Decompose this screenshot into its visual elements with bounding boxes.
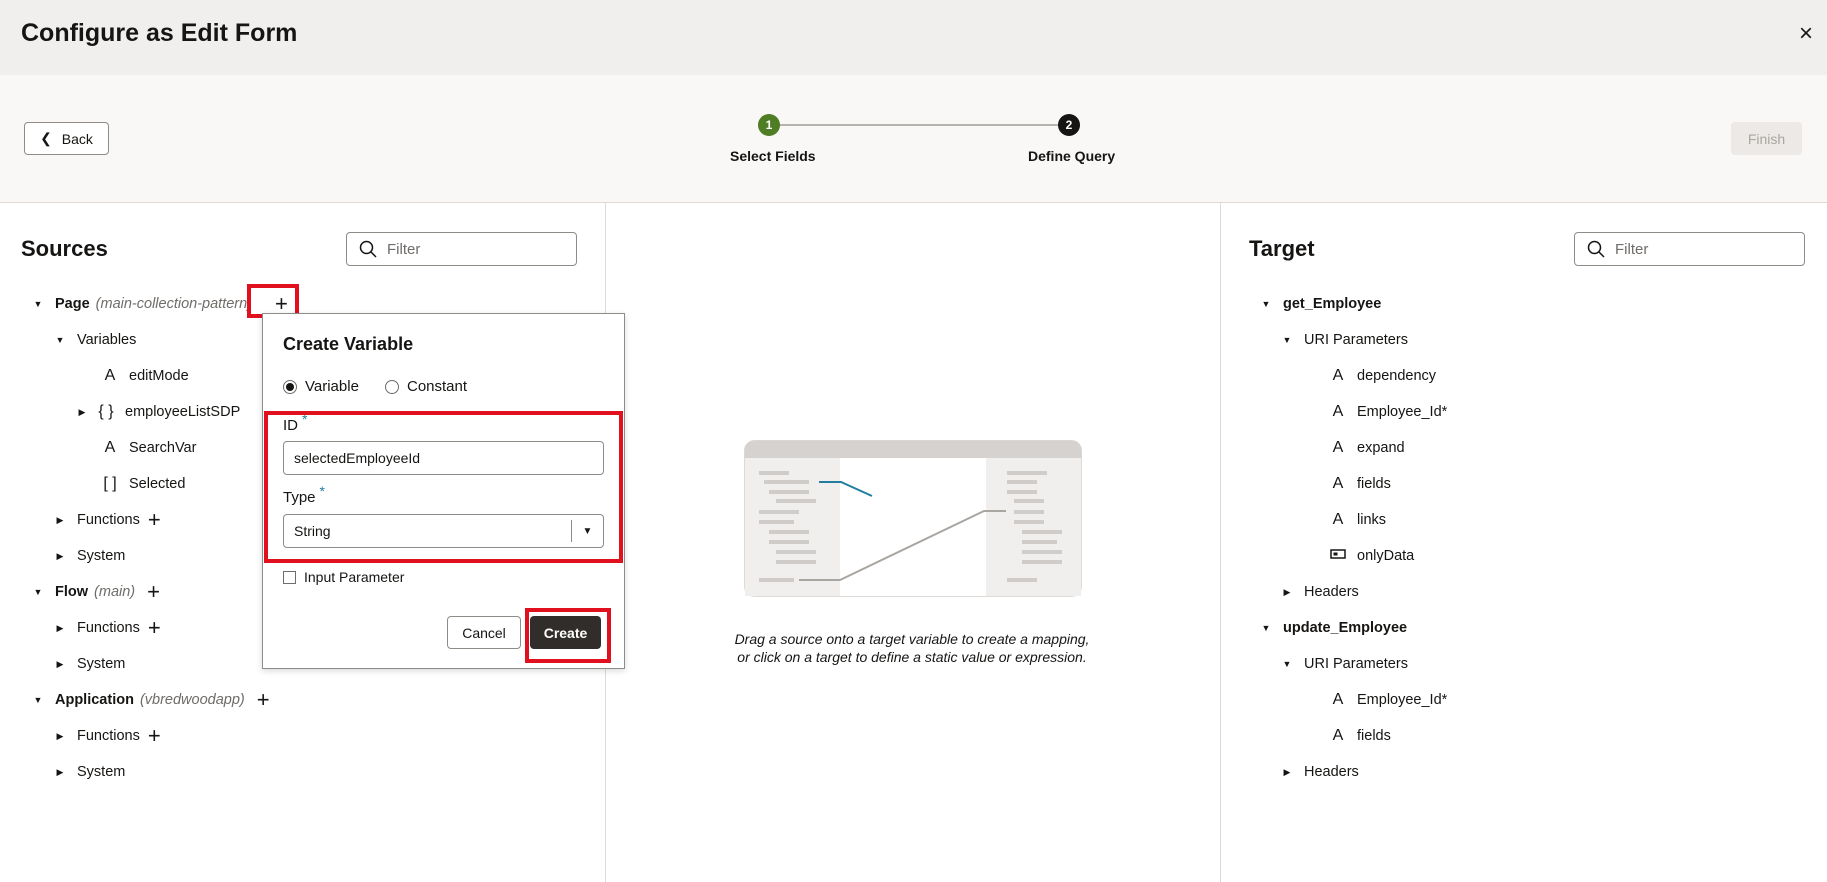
dialog-title: Configure as Edit Form — [21, 19, 298, 47]
cancel-button[interactable]: Cancel — [447, 616, 521, 649]
caret-right-icon[interactable]: ▶ — [77, 407, 87, 418]
caret-right-icon[interactable]: ▶ — [55, 551, 65, 562]
tree-item-onlydata[interactable]: onlyData — [1327, 546, 1414, 566]
step-2-label: Define Query — [1028, 148, 1116, 164]
sources-title: Sources — [21, 236, 108, 261]
boolean-toggle-icon — [1327, 547, 1349, 565]
search-icon — [1587, 240, 1605, 258]
target-filter-placeholder: Filter — [1615, 240, 1649, 258]
tree-item-dependency[interactable]: A dependency — [1327, 366, 1436, 386]
target-title: Target — [1249, 236, 1315, 261]
tree-item-page-functions[interactable]: ▶ Functions + — [55, 509, 161, 531]
panel-divider — [1220, 203, 1221, 882]
tree-item-app-system[interactable]: ▶ System — [55, 762, 126, 782]
caret-down-icon[interactable]: ▼ — [33, 299, 43, 309]
tree-item-employee-id[interactable]: A Employee_Id* — [1327, 690, 1448, 710]
radio-constant[interactable]: Constant — [385, 378, 467, 395]
tree-item-get-employee[interactable]: ▼ get_Employee — [1261, 294, 1382, 314]
string-type-icon: A — [1332, 403, 1344, 420]
tree-item-variables[interactable]: ▼ Variables — [55, 330, 137, 350]
checkbox-unchecked-icon — [283, 570, 296, 584]
mapping-illustration — [744, 440, 1082, 597]
tree-item-searchvar[interactable]: A SearchVar — [99, 438, 197, 458]
caret-down-icon[interactable]: ▼ — [1282, 335, 1292, 345]
input-parameter-checkbox[interactable]: Input Parameter — [283, 569, 404, 585]
caret-down-icon[interactable]: ▼ — [33, 587, 43, 597]
tree-item-fields[interactable]: A fields — [1327, 474, 1391, 494]
add-function-plus-icon[interactable]: + — [148, 509, 161, 531]
back-button-label: Back — [61, 130, 93, 147]
tree-item-selected[interactable]: [ ] Selected — [99, 474, 185, 494]
highlight-box — [264, 411, 623, 563]
caret-right-icon[interactable]: ▶ — [1282, 767, 1292, 778]
caret-right-icon[interactable]: ▶ — [55, 767, 65, 778]
add-app-variable-plus-icon[interactable]: + — [257, 689, 270, 711]
caret-right-icon[interactable]: ▶ — [55, 515, 65, 526]
tree-item-page-system[interactable]: ▶ System — [55, 546, 126, 566]
tree-item-page[interactable]: ▼ Page (main-collection-pattern) — [33, 294, 252, 314]
close-icon[interactable]: × — [1799, 22, 1813, 46]
tree-item-links[interactable]: A links — [1327, 510, 1386, 530]
step-2-indicator[interactable]: 2 — [1058, 114, 1080, 136]
object-type-icon: { } — [98, 403, 114, 420]
step-1-indicator[interactable]: 1 — [758, 114, 780, 136]
string-type-icon: A — [1332, 727, 1344, 744]
tree-item-employeelistsdp[interactable]: ▶ { } employeeListSDP — [77, 402, 241, 422]
array-type-icon: [ ] — [103, 475, 117, 492]
sources-filter-input[interactable]: Filter — [346, 232, 577, 266]
caret-down-icon[interactable]: ▼ — [1261, 299, 1271, 309]
target-filter-input[interactable]: Filter — [1574, 232, 1805, 266]
tree-item-flow[interactable]: ▼ Flow (main) + — [33, 581, 160, 603]
sources-filter-placeholder: Filter — [387, 240, 421, 258]
caret-right-icon[interactable]: ▶ — [55, 659, 65, 670]
caret-down-icon[interactable]: ▼ — [1261, 623, 1271, 633]
tree-item-employee-id[interactable]: A Employee_Id* — [1327, 402, 1448, 422]
highlight-box — [525, 608, 611, 663]
tree-item-expand[interactable]: A expand — [1327, 438, 1405, 458]
back-button[interactable]: ❮ Back — [24, 122, 109, 155]
caret-right-icon[interactable]: ▶ — [1282, 587, 1292, 598]
finish-button[interactable]: Finish — [1731, 122, 1802, 155]
radio-checked-icon — [283, 379, 297, 394]
caret-down-icon[interactable]: ▼ — [33, 695, 43, 705]
tree-item-app-functions[interactable]: ▶ Functions + — [55, 725, 161, 747]
caret-down-icon[interactable]: ▼ — [55, 335, 65, 345]
search-icon — [359, 240, 377, 258]
step-1-label: Select Fields — [730, 148, 816, 164]
caret-right-icon[interactable]: ▶ — [55, 623, 65, 634]
string-type-icon: A — [1332, 367, 1344, 384]
radio-variable[interactable]: Variable — [283, 378, 359, 395]
string-type-icon: A — [104, 439, 116, 456]
tree-item-fields[interactable]: A fields — [1327, 726, 1391, 746]
popup-title: Create Variable — [283, 334, 414, 354]
tree-item-update-employee[interactable]: ▼ update_Employee — [1261, 618, 1408, 638]
string-type-icon: A — [104, 367, 116, 384]
add-function-plus-icon[interactable]: + — [148, 617, 161, 639]
string-type-icon: A — [1332, 439, 1344, 456]
add-flow-variable-plus-icon[interactable]: + — [147, 581, 160, 603]
tree-item-uri-parameters[interactable]: ▼ URI Parameters — [1282, 330, 1408, 350]
tree-item-headers[interactable]: ▶ Headers — [1282, 582, 1359, 602]
radio-unchecked-icon — [385, 379, 399, 394]
tree-item-editmode[interactable]: A editMode — [99, 366, 189, 386]
caret-down-icon[interactable]: ▼ — [1282, 659, 1292, 669]
mapping-hint: Drag a source onto a target variable to … — [734, 631, 1090, 665]
string-type-icon: A — [1332, 475, 1344, 492]
string-type-icon: A — [1332, 691, 1344, 708]
tree-item-headers[interactable]: ▶ Headers — [1282, 762, 1359, 782]
tree-item-flow-system[interactable]: ▶ System — [55, 654, 126, 674]
stepper-line — [769, 124, 1069, 126]
add-function-plus-icon[interactable]: + — [148, 725, 161, 747]
string-type-icon: A — [1332, 511, 1344, 528]
tree-item-application[interactable]: ▼ Application (vbredwoodapp) + — [33, 689, 270, 711]
tree-item-uri-parameters[interactable]: ▼ URI Parameters — [1282, 654, 1408, 674]
chevron-left-icon: ❮ — [40, 130, 52, 146]
tree-item-flow-functions[interactable]: ▶ Functions + — [55, 617, 161, 639]
caret-right-icon[interactable]: ▶ — [55, 731, 65, 742]
wizard-toolbar — [0, 75, 1827, 203]
